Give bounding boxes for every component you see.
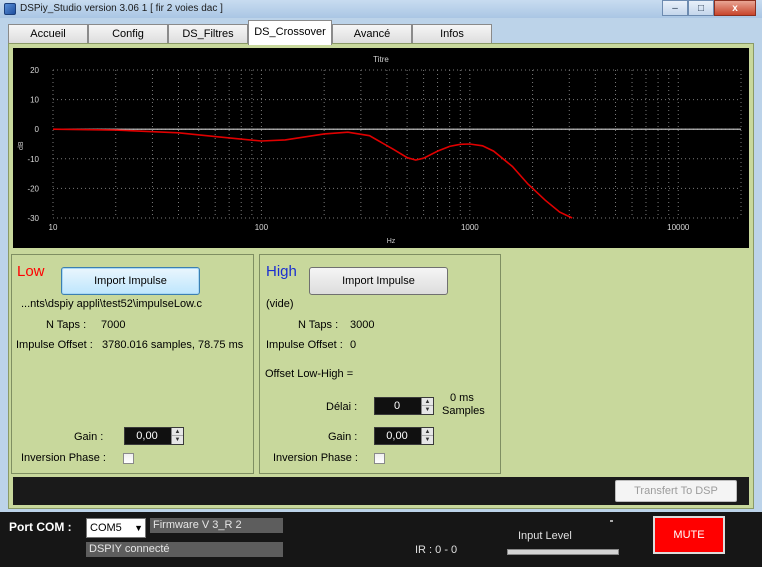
y-tick-label: 10 xyxy=(30,96,39,105)
x-tick-label: 10 xyxy=(49,223,58,232)
tab-strip: Accueil Config DS_Filtres DS_Crossover A… xyxy=(8,20,752,45)
down-arrow-icon[interactable]: ▼ xyxy=(422,406,433,414)
high-gain-stepper[interactable]: 0,00 ▲ ▼ xyxy=(374,427,434,445)
high-offset-label: Impulse Offset : xyxy=(266,339,343,351)
low-group: Low Import Impulse ...nts\dspiy appli\te… xyxy=(11,254,254,474)
mute-button[interactable]: MUTE xyxy=(653,516,725,554)
down-arrow-icon[interactable]: ▼ xyxy=(422,436,433,444)
low-offset-value: 3780.016 samples, 78.75 ms xyxy=(102,339,244,351)
app-icon xyxy=(4,3,16,15)
high-gain-label: Gain : xyxy=(328,431,358,443)
low-title: Low xyxy=(17,263,45,280)
port-com-select[interactable]: COM5 ▼ xyxy=(86,518,146,538)
window-controls: – □ x xyxy=(662,0,756,16)
status-bar: Port COM : COM5 ▼ Firmware V 3_R 2 DSPIY… xyxy=(0,512,762,567)
firmware-version: Firmware V 3_R 2 xyxy=(150,518,283,533)
port-com-value: COM5 xyxy=(90,522,122,534)
low-gain-label: Gain : xyxy=(74,431,104,443)
y-tick-label: -20 xyxy=(27,184,39,193)
high-ntaps-label: N Taps : xyxy=(298,319,339,331)
tab-config[interactable]: Config xyxy=(88,24,168,44)
indicator-dot xyxy=(610,520,613,522)
low-import-impulse-button[interactable]: Import Impulse xyxy=(61,267,200,295)
low-ntaps-label: N Taps : xyxy=(46,319,87,331)
tab-ds-filtres[interactable]: DS_Filtres xyxy=(168,24,248,44)
tab-avance[interactable]: Avancé xyxy=(332,24,412,44)
high-group: High Import Impulse (vide) N Taps : 3000… xyxy=(259,254,501,474)
crossover-response-line xyxy=(52,128,573,219)
title-bar: DSPiy_Studio version 3.06 1 [ fir 2 voie… xyxy=(0,0,762,18)
delai-label: Délai : xyxy=(326,401,358,413)
chart-grid xyxy=(52,69,742,219)
down-arrow-icon[interactable]: ▼ xyxy=(172,436,183,444)
offset-low-high-label: Offset Low-High = xyxy=(265,368,354,380)
high-ntaps-value: 3000 xyxy=(350,319,375,331)
x-tick-label: 10000 xyxy=(667,223,690,232)
delai-arrows: ▲ ▼ xyxy=(421,398,433,414)
crossover-panel: 20 10 0 -10 -20 -30 10 100 1000 10000 Titre Hz dB… xyxy=(8,43,754,509)
y-tick-label: -10 xyxy=(27,155,39,164)
low-path: ...nts\dspiy appli\test52\impulseLow.c xyxy=(21,298,202,310)
high-title: High xyxy=(266,263,297,280)
input-level-label: Input Level xyxy=(518,530,572,542)
chevron-down-icon[interactable]: ▼ xyxy=(134,523,143,533)
ir-readout: IR : 0 - 0 xyxy=(415,544,458,556)
chart-ylabel: dB xyxy=(18,141,25,150)
chart-xlabel: Hz xyxy=(387,238,396,245)
frequency-response-chart: 20 10 0 -10 -20 -30 10 100 1000 10000 Titre Hz dB xyxy=(13,48,749,248)
x-tick-label: 100 xyxy=(255,223,269,232)
tab-accueil[interactable]: Accueil xyxy=(8,24,88,44)
chart-axes: 20100-10-20-3010 100 1000 10000 xyxy=(27,66,689,232)
high-inversion-label: Inversion Phase : xyxy=(273,452,358,464)
high-offset-value: 0 xyxy=(350,339,357,351)
low-offset-label: Impulse Offset : xyxy=(16,339,93,351)
chart-title: Titre xyxy=(373,55,389,64)
tab-ds-crossover[interactable]: DS_Crossover xyxy=(248,20,332,45)
low-inversion-checkbox[interactable] xyxy=(123,453,134,464)
delai-ms: 0 ms xyxy=(450,392,474,404)
delai-value: 0 xyxy=(393,400,401,412)
input-level-meter xyxy=(507,549,619,555)
chart-series xyxy=(52,128,741,219)
low-gain-value: 0,00 xyxy=(136,430,158,442)
up-arrow-icon[interactable]: ▲ xyxy=(422,428,433,436)
high-inversion-checkbox[interactable] xyxy=(374,453,385,464)
close-button[interactable]: x xyxy=(714,0,756,16)
delai-stepper[interactable]: 0 ▲ ▼ xyxy=(374,397,434,415)
tab-infos[interactable]: Infos xyxy=(412,24,492,44)
low-inversion-label: Inversion Phase : xyxy=(21,452,106,464)
low-gain-stepper[interactable]: 0,00 ▲ ▼ xyxy=(124,427,184,445)
y-tick-label: -30 xyxy=(27,214,39,223)
transfer-to-dsp-button[interactable]: Transfert To DSP xyxy=(615,480,737,502)
y-tick-label: 20 xyxy=(30,66,39,75)
high-path: (vide) xyxy=(266,298,294,310)
connection-status: DSPIY connecté xyxy=(86,542,283,557)
up-arrow-icon[interactable]: ▲ xyxy=(422,398,433,406)
x-tick-label: 1000 xyxy=(461,223,479,232)
up-arrow-icon[interactable]: ▲ xyxy=(172,428,183,436)
low-gain-arrows: ▲ ▼ xyxy=(171,428,183,444)
y-tick-label: 0 xyxy=(35,125,40,134)
window-title: DSPiy_Studio version 3.06 1 [ fir 2 voie… xyxy=(20,3,223,14)
low-ntaps-value: 7000 xyxy=(101,319,126,331)
delai-samples-label: Samples xyxy=(442,405,485,417)
port-com-label: Port COM : xyxy=(9,520,72,534)
maximize-button[interactable]: □ xyxy=(688,0,714,16)
high-import-impulse-button[interactable]: Import Impulse xyxy=(309,267,448,295)
high-gain-arrows: ▲ ▼ xyxy=(421,428,433,444)
minimize-button[interactable]: – xyxy=(662,0,688,16)
high-gain-value: 0,00 xyxy=(386,430,408,442)
chart-svg: 20100-10-20-3010 100 1000 10000 Titre Hz dB xyxy=(18,55,742,245)
